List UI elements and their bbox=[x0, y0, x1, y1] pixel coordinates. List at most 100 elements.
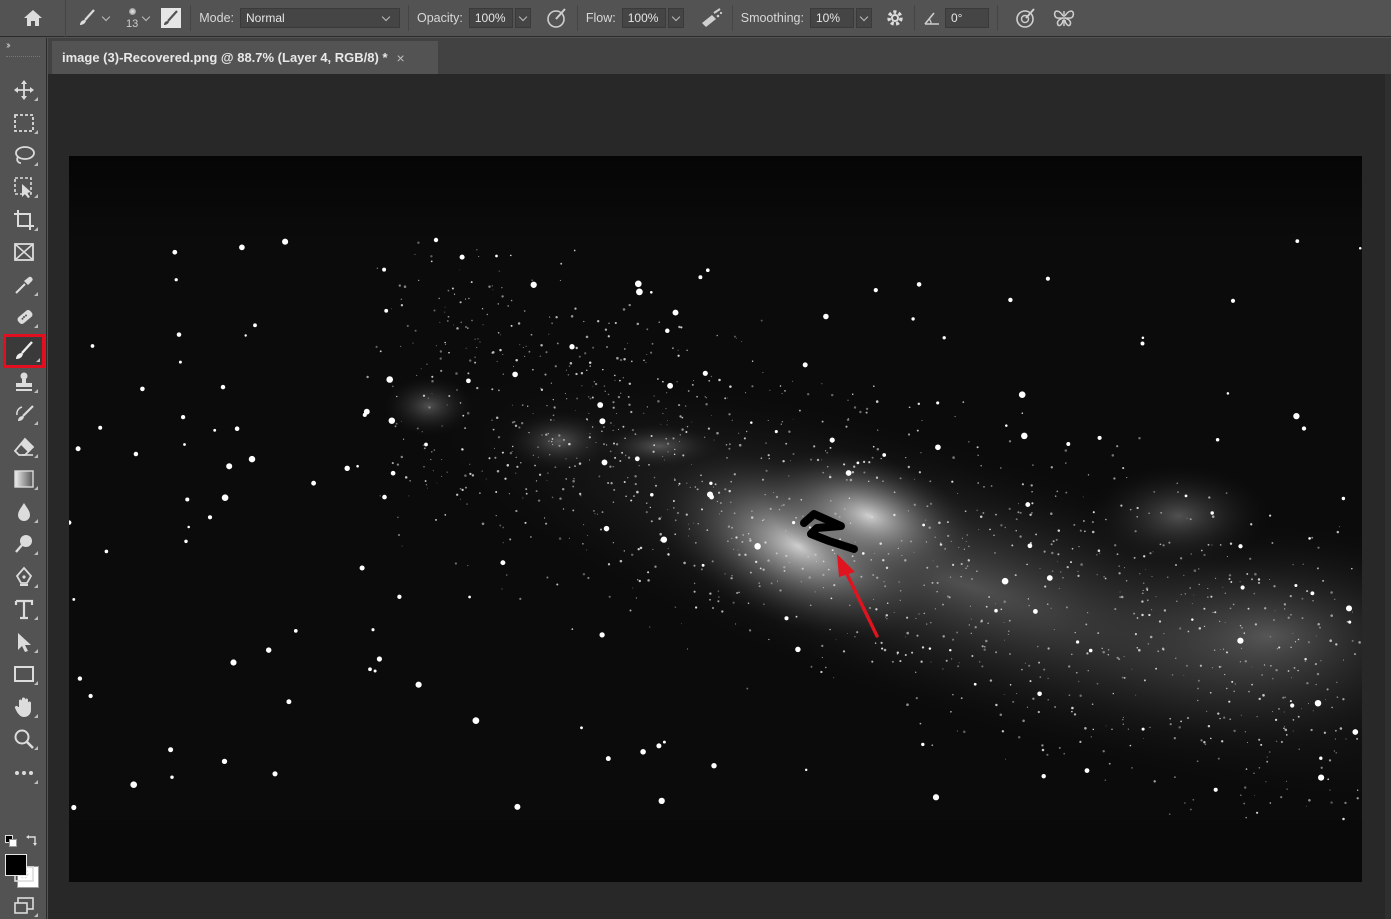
opacity-input[interactable]: 100% bbox=[468, 8, 513, 28]
type-tool[interactable] bbox=[8, 595, 40, 623]
droplet-icon bbox=[13, 501, 35, 523]
symmetry-painting-button[interactable] bbox=[1052, 0, 1076, 37]
gradient-tool[interactable] bbox=[8, 465, 40, 493]
dodge-tool[interactable] bbox=[8, 530, 40, 558]
smoothing-input[interactable]: 10% bbox=[809, 8, 854, 28]
pressure-opacity-toggle[interactable] bbox=[545, 0, 569, 37]
pressure-size-toggle[interactable] bbox=[1014, 0, 1038, 37]
eraser-tool[interactable] bbox=[8, 433, 40, 461]
foreground-color-swatch[interactable] bbox=[5, 854, 27, 876]
path-selection-tool[interactable] bbox=[8, 628, 40, 656]
move-tool[interactable] bbox=[8, 76, 40, 104]
pen-pressure-size-icon bbox=[1014, 7, 1038, 29]
divider bbox=[576, 5, 578, 31]
hand-icon bbox=[13, 696, 35, 718]
rectangle-tool[interactable] bbox=[8, 660, 40, 688]
swap-colors-icon[interactable] bbox=[26, 834, 38, 846]
edit-toolbar-button[interactable] bbox=[8, 759, 40, 787]
rectangle-icon bbox=[13, 664, 35, 684]
panel-grip[interactable] bbox=[6, 56, 40, 59]
document-tab-title: image (3)-Recovered.png @ 88.7% (Layer 4… bbox=[62, 50, 388, 65]
opacity-value: 100% bbox=[474, 11, 506, 25]
vertical-scrollbar[interactable] bbox=[1385, 74, 1391, 919]
divider bbox=[731, 5, 733, 31]
brush-tool[interactable] bbox=[3, 334, 45, 368]
flow-input[interactable]: 100% bbox=[621, 8, 666, 28]
object-selection-icon bbox=[13, 176, 35, 198]
clone-stamp-tool[interactable] bbox=[8, 368, 40, 396]
crop-icon bbox=[13, 209, 35, 231]
eraser-icon bbox=[13, 436, 35, 458]
opacity-label: Opacity: bbox=[417, 11, 463, 25]
chevron-down-icon bbox=[98, 8, 114, 28]
butterfly-icon bbox=[1052, 7, 1076, 29]
document-tab-bar: image (3)-Recovered.png @ 88.7% (Layer 4… bbox=[48, 38, 1391, 74]
lasso-tool[interactable] bbox=[8, 141, 40, 169]
eyedropper-icon bbox=[13, 274, 35, 296]
marquee-icon bbox=[13, 113, 35, 133]
gradient-icon bbox=[13, 469, 35, 489]
pen-pressure-icon bbox=[545, 7, 569, 29]
chevron-down-icon bbox=[378, 8, 394, 28]
eyedropper-tool[interactable] bbox=[8, 271, 40, 299]
object-selection-tool[interactable] bbox=[8, 173, 40, 201]
zoom-icon bbox=[13, 728, 35, 750]
pen-tool[interactable] bbox=[8, 563, 40, 591]
brush-tip-dot-icon bbox=[128, 8, 136, 15]
brush-angle-value: 0° bbox=[950, 11, 963, 25]
history-brush-tool[interactable] bbox=[8, 400, 40, 428]
home-button[interactable] bbox=[0, 0, 66, 37]
tools-panel: ›› bbox=[0, 38, 47, 919]
brush-settings-panel-toggle[interactable] bbox=[160, 0, 182, 37]
brush-settings-icon bbox=[160, 7, 182, 29]
brush-preset-picker[interactable]: 13 bbox=[126, 0, 138, 37]
healing-brush-tool[interactable] bbox=[8, 303, 40, 331]
dodge-icon bbox=[13, 533, 35, 555]
frame-tool[interactable] bbox=[8, 238, 40, 266]
divider bbox=[408, 5, 409, 31]
home-icon bbox=[22, 8, 44, 28]
bandage-icon bbox=[13, 306, 35, 328]
zoom-tool[interactable] bbox=[8, 725, 40, 753]
gear-icon bbox=[884, 7, 906, 29]
airbrush-icon bbox=[698, 7, 724, 29]
default-colors-icon[interactable] bbox=[5, 835, 17, 847]
lasso-icon bbox=[13, 144, 35, 166]
arrow-icon bbox=[13, 631, 35, 653]
crop-tool[interactable] bbox=[8, 206, 40, 234]
close-icon[interactable]: × bbox=[397, 50, 405, 66]
more-icon bbox=[13, 769, 35, 777]
tool-preset-picker[interactable] bbox=[76, 0, 114, 37]
smoothing-value: 10% bbox=[815, 11, 840, 25]
rectangular-marquee-tool[interactable] bbox=[8, 109, 40, 137]
type-icon bbox=[13, 598, 35, 620]
stamp-icon bbox=[13, 371, 35, 393]
collapse-panel-button[interactable]: ›› bbox=[6, 40, 10, 51]
airbrush-toggle[interactable] bbox=[698, 0, 724, 37]
move-icon bbox=[13, 79, 35, 101]
smoothing-slider-toggle[interactable] bbox=[855, 8, 872, 28]
flow-label: Flow: bbox=[585, 11, 616, 25]
divider bbox=[190, 5, 192, 31]
brush-size-value: 13 bbox=[126, 18, 139, 30]
flow-value: 100% bbox=[627, 11, 659, 25]
blend-mode-select[interactable]: Normal bbox=[240, 8, 400, 28]
flow-slider-toggle[interactable] bbox=[667, 8, 684, 28]
chevron-down-icon bbox=[138, 8, 154, 28]
hand-tool[interactable] bbox=[8, 693, 40, 721]
document-canvas[interactable] bbox=[69, 156, 1362, 882]
smoothing-options-button[interactable] bbox=[884, 0, 906, 37]
blend-mode-value: Normal bbox=[246, 11, 285, 25]
opacity-slider-toggle[interactable] bbox=[514, 8, 531, 28]
brush-angle-input[interactable]: 0° bbox=[944, 8, 989, 28]
pen-icon bbox=[13, 566, 35, 588]
document-tab[interactable]: image (3)-Recovered.png @ 88.7% (Layer 4… bbox=[52, 41, 438, 74]
divider bbox=[996, 5, 998, 31]
frame-icon bbox=[13, 242, 35, 262]
screen-mode-icon bbox=[13, 896, 35, 916]
history-brush-icon bbox=[13, 403, 35, 425]
brush-preset-dropdown[interactable] bbox=[138, 0, 154, 37]
blur-tool[interactable] bbox=[8, 498, 40, 526]
options-bar: 13 Mode: Normal Opacity: 100% Flow: 100%… bbox=[0, 0, 1391, 37]
screen-mode-button[interactable] bbox=[8, 892, 40, 919]
